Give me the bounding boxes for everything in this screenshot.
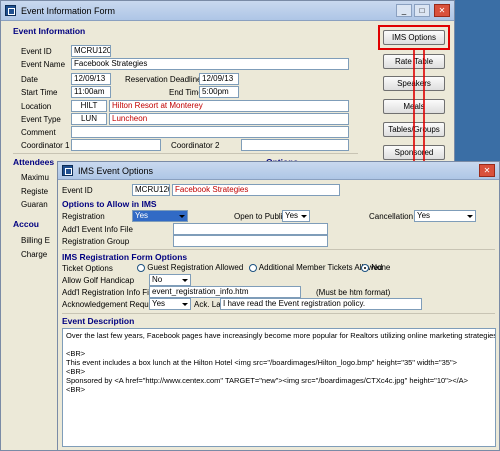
section-attendees: Attendees	[13, 157, 55, 167]
cancellation-label: Cancellation	[369, 212, 414, 221]
chevron-down-icon[interactable]	[178, 212, 186, 220]
open-public-value: Yes	[285, 211, 299, 220]
end-time-label: End Time	[169, 88, 203, 97]
ack-label-field[interactable]: I have read the Event registration polic…	[220, 298, 422, 310]
ims-event-id-field[interactable]: MCRU1209	[132, 184, 170, 196]
main-window-title: Event Information Form	[21, 5, 116, 16]
event-type-label: Event Type	[21, 115, 61, 124]
section-accounting: Accou	[13, 219, 39, 229]
cancellation-value: Yes	[417, 211, 431, 220]
event-description-textarea[interactable]: Over the last few years, Facebook pages …	[62, 328, 496, 447]
close-icon[interactable]: ✕	[434, 4, 450, 17]
radio-selected-icon[interactable]	[361, 263, 369, 272]
section-options-allow: Options to Allow in IMS	[62, 199, 157, 209]
radio-guest-label: Guest Registration Allowed	[147, 263, 244, 272]
radio-none-label: None	[371, 263, 391, 272]
addl-info-reg-field[interactable]: event_registration_info.htm	[149, 286, 301, 298]
maximum-label: Maximu	[21, 173, 50, 182]
ims-event-id-label: Event ID	[62, 186, 93, 195]
reg-group-field[interactable]	[173, 235, 328, 247]
charge-label: Charge	[21, 250, 48, 259]
radio-none[interactable]: None	[361, 263, 390, 272]
event-name-label: Event Name	[21, 60, 66, 69]
maximize-icon[interactable]: □	[414, 4, 430, 17]
ims-window-title: IMS Event Options	[78, 165, 154, 176]
ticket-options-label: Ticket Options	[62, 264, 113, 273]
addl-info-reg-label: Add'l Registration Info File	[62, 288, 156, 297]
start-time-label: Start Time	[21, 88, 58, 97]
radio-icon[interactable]	[249, 263, 257, 272]
location-code-field[interactable]: HILT	[71, 100, 107, 112]
radio-icon[interactable]	[137, 263, 145, 272]
guaranteed-label: Guaran	[21, 200, 48, 209]
event-name-field[interactable]: Facebook Strategies	[71, 58, 349, 70]
ims-event-options-window: IMS Event Options ✕ Event ID MCRU1209 Fa…	[57, 161, 500, 451]
open-public-label: Open to Public	[234, 212, 287, 221]
chevron-down-icon[interactable]	[300, 212, 308, 220]
reservation-deadline-label: Reservation Deadline	[125, 75, 202, 84]
divider	[62, 249, 495, 250]
coordinator1-label: Coordinator 1	[21, 141, 70, 150]
coordinator2-label: Coordinator 2	[171, 141, 220, 150]
ack-required-label: Acknowledgement Required	[62, 300, 163, 309]
end-time-field[interactable]: 5:00pm	[199, 86, 239, 98]
date-label: Date	[21, 75, 38, 84]
location-name-field: Hilton Resort at Monterey	[109, 100, 349, 112]
close-icon[interactable]: ✕	[479, 164, 495, 177]
ack-required-value: Yes	[152, 299, 166, 308]
golf-value: No	[152, 275, 163, 284]
section-event-information: Event Information	[13, 26, 86, 36]
chevron-down-icon[interactable]	[181, 300, 189, 308]
chevron-down-icon[interactable]	[181, 276, 189, 284]
ack-required-select[interactable]: Yes	[149, 298, 191, 310]
event-id-field[interactable]: MCRU1209	[71, 45, 111, 57]
app-icon	[5, 5, 16, 16]
date-field[interactable]: 12/09/13	[71, 73, 111, 85]
comment-field[interactable]	[71, 126, 349, 138]
addl-info-field[interactable]	[173, 223, 328, 235]
event-type-name-field: Luncheon	[109, 113, 349, 125]
registration-select[interactable]: Yes	[132, 210, 188, 222]
golf-select[interactable]: No	[149, 274, 191, 286]
registration-label: Registration	[62, 212, 105, 221]
divider	[62, 313, 495, 314]
comment-label: Comment	[21, 128, 56, 137]
coordinator2-field[interactable]	[241, 139, 349, 151]
section-event-description: Event Description	[62, 316, 135, 326]
registered-label: Registe	[21, 187, 49, 196]
chevron-down-icon[interactable]	[466, 212, 474, 220]
reg-group-label: Registration Group	[62, 237, 130, 246]
main-titlebar[interactable]: Event Information Form _ □ ✕	[1, 1, 454, 21]
htm-note: (Must be htm format)	[316, 288, 391, 297]
golf-label: Allow Golf Handicap	[62, 276, 135, 285]
event-id-label: Event ID	[21, 47, 52, 56]
coordinator1-field[interactable]	[71, 139, 161, 151]
divider	[13, 153, 358, 154]
app-icon	[62, 165, 73, 176]
section-registration-form: IMS Registration Form Options	[62, 252, 188, 262]
ims-titlebar[interactable]: IMS Event Options ✕	[58, 162, 499, 180]
billing-label: Billing E	[21, 236, 50, 245]
radio-guest[interactable]: Guest Registration Allowed	[137, 263, 243, 272]
addl-info-label: Add'l Event Info File	[62, 225, 133, 234]
location-label: Location	[21, 102, 52, 111]
start-time-field[interactable]: 11:00am	[71, 86, 111, 98]
highlight-box	[378, 25, 450, 50]
ims-event-name-field: Facebook Strategies	[172, 184, 340, 196]
minimize-icon[interactable]: _	[396, 4, 412, 17]
cancellation-select[interactable]: Yes	[414, 210, 476, 222]
registration-value: Yes	[135, 211, 149, 220]
open-public-select[interactable]: Yes	[282, 210, 310, 222]
event-type-code-field[interactable]: LUN	[71, 113, 107, 125]
reservation-deadline-field[interactable]: 12/09/13	[199, 73, 239, 85]
